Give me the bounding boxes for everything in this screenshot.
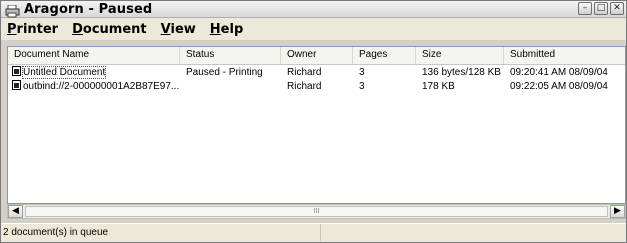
- scroll-right-button[interactable]: ▶: [610, 205, 625, 218]
- menu-help-accel: H: [209, 21, 221, 37]
- column-header-submitted[interactable]: Submitted: [504, 47, 625, 64]
- menu-document[interactable]: Document: [72, 22, 147, 37]
- document-icon: [12, 66, 21, 76]
- table-row[interactable]: Untitled Document Paused - Printing Rich…: [8, 66, 625, 80]
- list-header: Document Name Status Owner Pages Size Su…: [8, 47, 625, 65]
- submitted-cell: 09:22:05 AM 08/09/04: [510, 81, 608, 92]
- status-bar: 2 document(s) in queue: [1, 223, 626, 242]
- scroll-thumb[interactable]: III: [25, 206, 608, 217]
- column-header-size[interactable]: Size: [416, 47, 504, 64]
- column-header-pages[interactable]: Pages: [353, 47, 416, 64]
- owner-cell: Richard: [287, 67, 322, 78]
- menu-printer-label: rinter: [16, 21, 59, 37]
- close-button[interactable]: ✕: [610, 2, 624, 15]
- maximize-button[interactable]: □: [594, 2, 608, 15]
- menu-view-accel: V: [160, 21, 171, 37]
- column-header-status[interactable]: Status: [180, 47, 281, 64]
- document-icon: [12, 80, 21, 90]
- column-header-document-name[interactable]: Document Name: [8, 47, 180, 64]
- menu-printer[interactable]: Printer: [7, 22, 58, 37]
- printer-icon: [5, 3, 20, 17]
- status-text: 2 document(s) in queue: [1, 224, 321, 241]
- horizontal-scrollbar[interactable]: ◀ III ▶: [7, 204, 626, 219]
- menu-help[interactable]: Help: [210, 22, 243, 37]
- document-list[interactable]: Document Name Status Owner Pages Size Su…: [7, 46, 626, 204]
- pages-cell: 3: [359, 81, 365, 92]
- scroll-left-button[interactable]: ◀: [8, 205, 23, 218]
- status-pane-empty: [321, 224, 626, 241]
- menu-printer-accel: P: [7, 21, 17, 37]
- menu-view-label: iew: [170, 21, 196, 37]
- document-name-cell: Untitled Document: [8, 66, 180, 80]
- status-cell: [180, 80, 281, 94]
- owner-cell: Richard: [287, 81, 322, 92]
- document-name: outbind://2-000000001A2B87E97...: [23, 81, 180, 92]
- submitted-cell: 09:20:41 AM 08/09/04: [510, 67, 608, 78]
- menu-document-accel: D: [72, 21, 83, 37]
- table-row[interactable]: outbind://2-000000001A2B87E97... Richard…: [8, 80, 625, 94]
- scroll-grip: III: [313, 207, 320, 215]
- menu-document-label: ocument: [82, 21, 147, 37]
- document-name-cell: outbind://2-000000001A2B87E97...: [8, 80, 180, 94]
- pages-cell: 3: [359, 67, 365, 78]
- menu-bar: Printer Document View Help: [1, 18, 626, 40]
- window-title: Aragorn - Paused: [24, 1, 153, 17]
- printer-queue-window: Aragorn - Paused – □ ✕ Printer Document …: [0, 0, 627, 243]
- menu-view[interactable]: View: [161, 22, 196, 37]
- size-cell: 178 KB: [422, 81, 455, 92]
- title-bar[interactable]: Aragorn - Paused – □ ✕: [1, 1, 626, 18]
- menu-help-label: elp: [220, 21, 244, 37]
- size-cell: 136 bytes/128 KB: [422, 67, 501, 78]
- status-cell: Paused - Printing: [186, 67, 263, 78]
- column-header-owner[interactable]: Owner: [281, 47, 353, 64]
- document-name: Untitled Document: [21, 66, 107, 79]
- minimize-button[interactable]: –: [578, 2, 592, 15]
